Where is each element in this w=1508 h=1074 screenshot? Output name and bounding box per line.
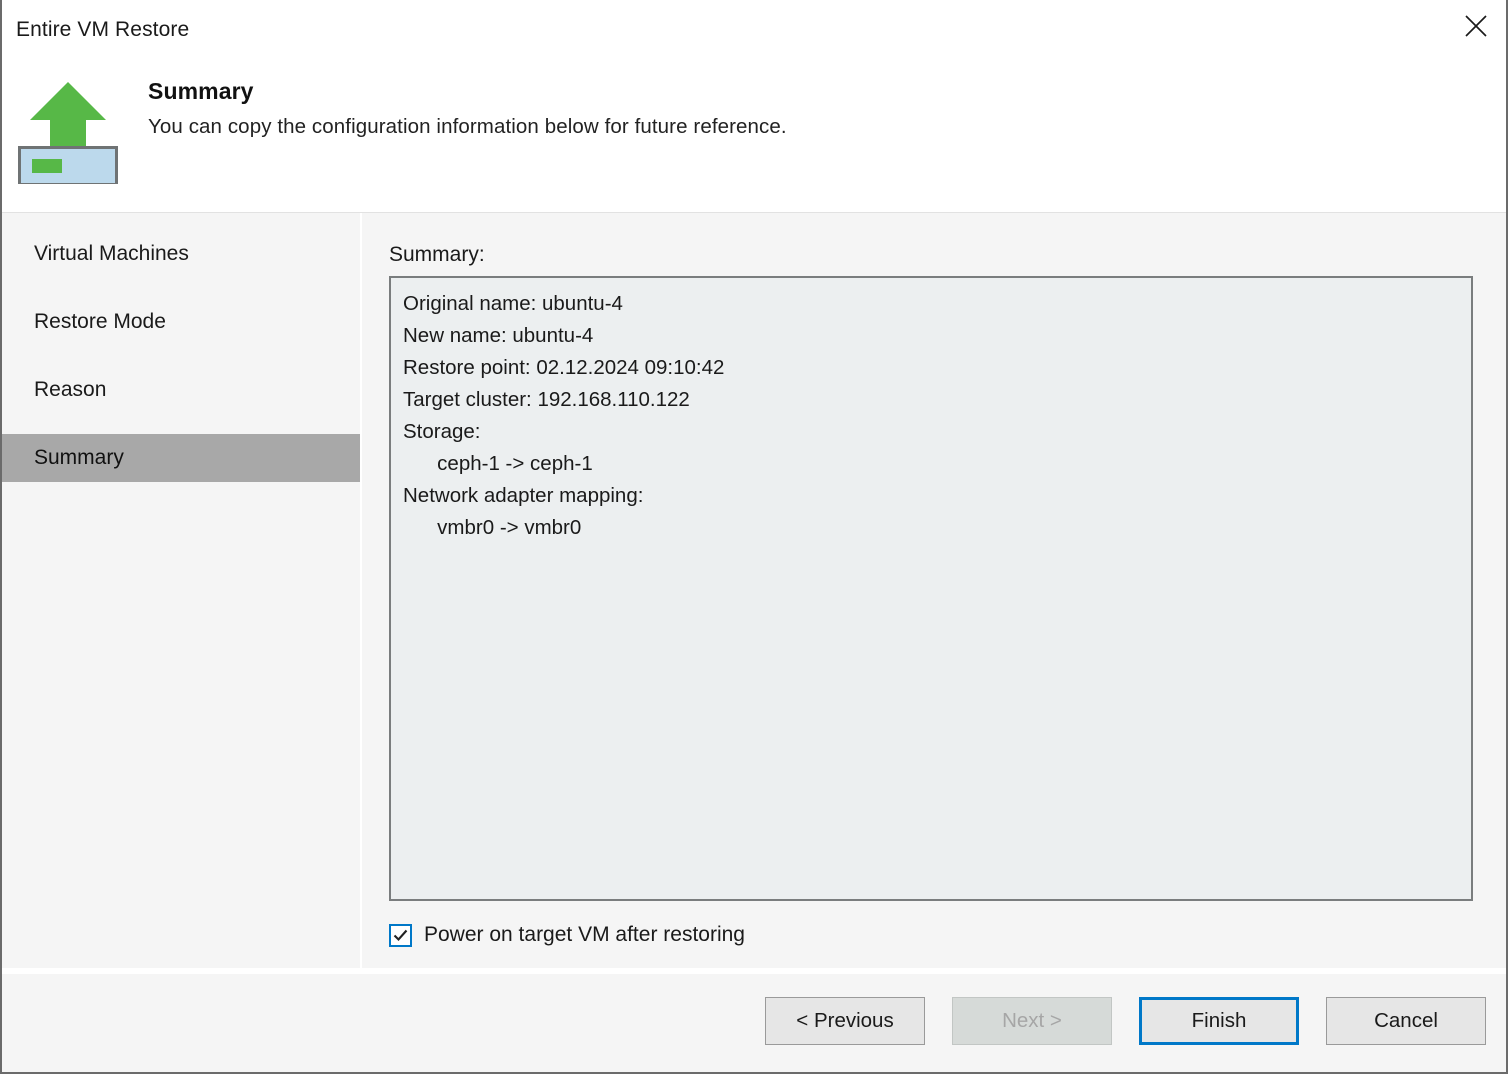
summary-panel: Summary: Original name: ubuntu-4 New nam… xyxy=(362,213,1506,968)
vm-restore-upload-icon xyxy=(18,74,118,186)
dialog-footer: < Previous Next > Finish Cancel xyxy=(2,968,1506,1072)
header-text-block: Summary You can copy the configuration i… xyxy=(148,78,787,139)
title-bar: Entire VM Restore xyxy=(2,0,1506,60)
window-title: Entire VM Restore xyxy=(16,18,190,41)
sidebar-item-reason[interactable]: Reason xyxy=(2,366,360,414)
cancel-button[interactable]: Cancel xyxy=(1326,997,1486,1045)
sidebar-item-label: Restore Mode xyxy=(34,310,166,333)
summary-label: Summary: xyxy=(389,243,485,266)
power-on-row: Power on target VM after restoring xyxy=(389,923,1473,947)
summary-textbox[interactable]: Original name: ubuntu-4 New name: ubuntu… xyxy=(389,276,1473,901)
next-button: Next > xyxy=(952,997,1112,1045)
footer-button-row: < Previous Next > Finish Cancel xyxy=(765,997,1486,1045)
previous-button[interactable]: < Previous xyxy=(765,997,925,1045)
dialog-body: Virtual Machines Restore Mode Reason Sum… xyxy=(2,213,1506,968)
close-icon[interactable] xyxy=(1446,0,1506,52)
power-on-checkbox[interactable] xyxy=(389,923,412,947)
power-on-checkbox-label[interactable]: Power on target VM after restoring xyxy=(424,923,745,947)
entire-vm-restore-dialog: Entire VM Restore Summary You can copy t… xyxy=(0,0,1508,1074)
sidebar-item-restore-mode[interactable]: Restore Mode xyxy=(2,298,360,346)
finish-button[interactable]: Finish xyxy=(1139,997,1299,1045)
dialog-header: Summary You can copy the configuration i… xyxy=(2,60,1506,213)
sidebar-item-summary[interactable]: Summary xyxy=(2,434,360,482)
sidebar-item-label: Reason xyxy=(34,378,107,401)
sidebar-item-label: Virtual Machines xyxy=(34,242,189,265)
page-title: Summary xyxy=(148,78,254,104)
wizard-step-nav: Virtual Machines Restore Mode Reason Sum… xyxy=(2,213,362,968)
sidebar-item-label: Summary xyxy=(34,446,124,469)
page-subtitle: You can copy the configuration informati… xyxy=(148,115,787,138)
sidebar-item-virtual-machines[interactable]: Virtual Machines xyxy=(2,230,360,278)
checkmark-icon xyxy=(393,929,408,941)
